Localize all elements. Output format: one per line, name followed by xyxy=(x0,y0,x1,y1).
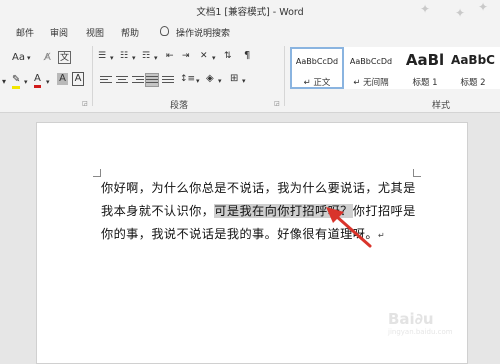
watermark-text: Bai∂u xyxy=(388,310,434,328)
arrow-shaft xyxy=(334,214,372,248)
watermark-subtext: jingyan.baidu.com xyxy=(388,328,453,336)
annotation-arrow xyxy=(326,207,372,248)
watermark-logo: Bai∂u jingyan.baidu.com xyxy=(388,310,453,336)
